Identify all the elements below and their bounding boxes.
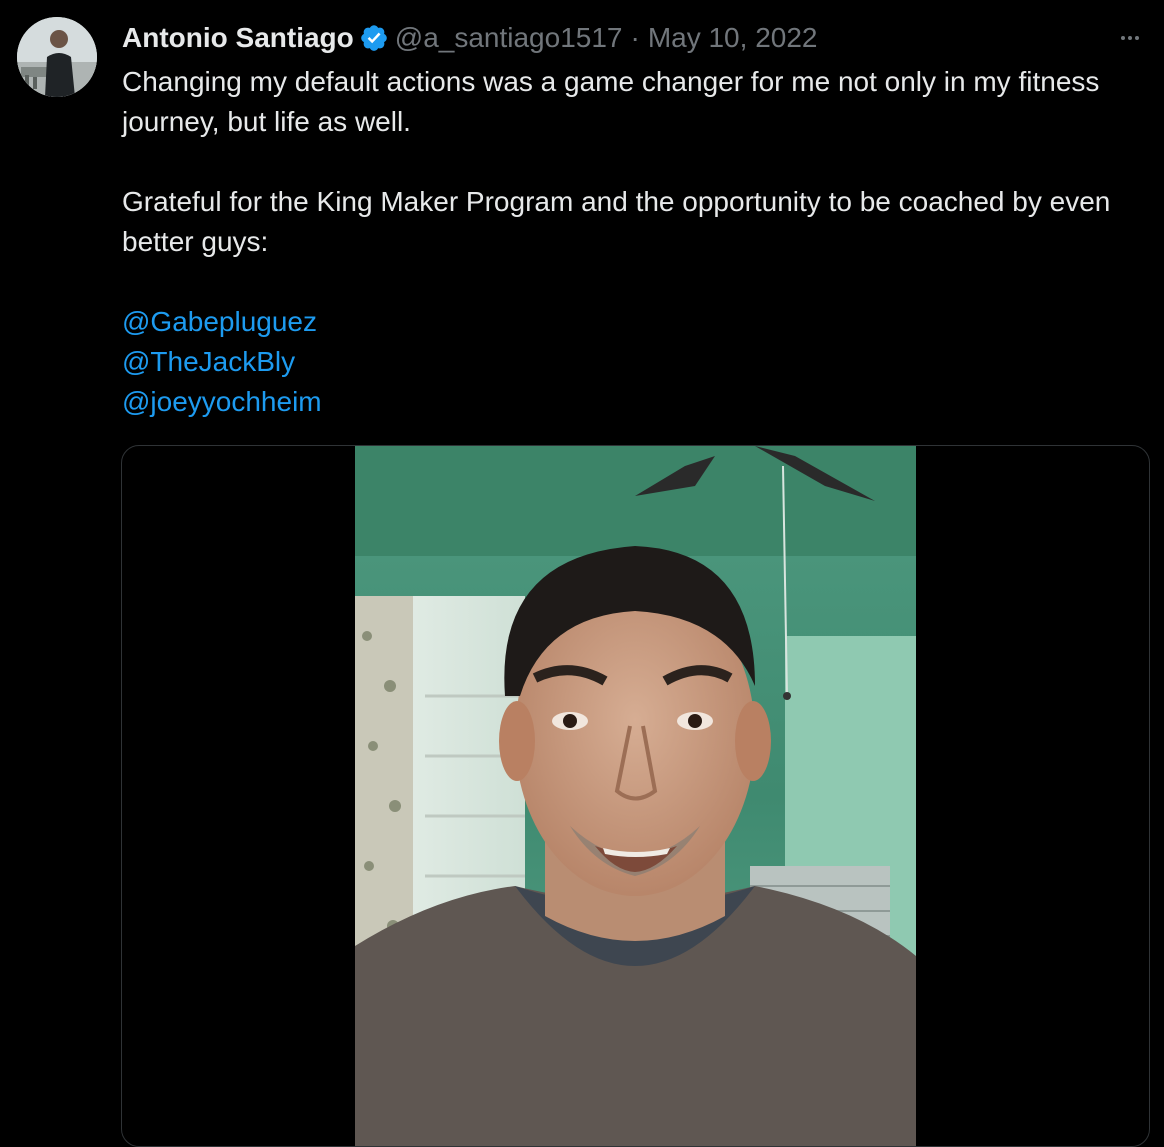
author-avatar[interactable]: [17, 17, 97, 97]
verified-badge-icon[interactable]: [359, 23, 389, 53]
tweet-date[interactable]: May 10, 2022: [648, 19, 818, 57]
tweet-text: Changing my default actions was a game c…: [122, 62, 1152, 422]
tweet-paragraph: Changing my default actions was a game c…: [122, 66, 1100, 137]
video-player[interactable]: [355, 446, 916, 1146]
tweet-header: Antonio Santiago @a_santiago1517 · May 1…: [122, 19, 817, 57]
more-options-icon[interactable]: [1114, 22, 1146, 54]
mention-link[interactable]: @Gabepluguez: [122, 302, 1152, 342]
separator-dot: ·: [630, 22, 640, 53]
tweet-media-container[interactable]: [121, 445, 1150, 1147]
tweet-paragraph: Grateful for the King Maker Program and …: [122, 186, 1111, 257]
video-frame: [355, 446, 916, 1146]
mention-link[interactable]: @joeyyochheim: [122, 382, 1152, 422]
author-name[interactable]: Antonio Santiago: [122, 19, 354, 57]
avatar-image: [17, 17, 97, 97]
author-handle[interactable]: @a_santiago1517: [395, 19, 623, 57]
mention-link[interactable]: @TheJackBly: [122, 342, 1152, 382]
